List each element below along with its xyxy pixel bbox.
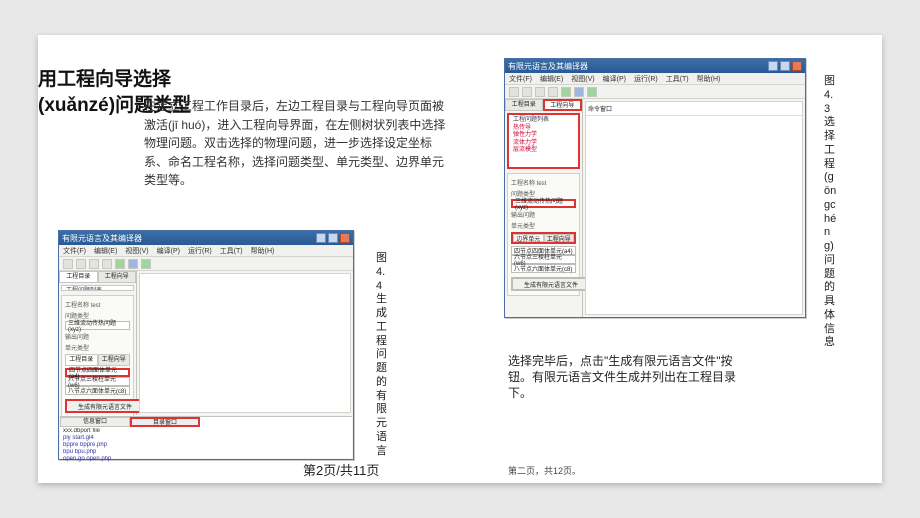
play-icon: [115, 259, 125, 269]
generate-fe-file-button: 生成有限元语言文件: [511, 277, 591, 291]
window-title: 有限元语言及其编译器: [508, 61, 588, 72]
minimize-icon: [768, 61, 778, 71]
tree-root: 工程问题列表: [66, 288, 131, 291]
title-line1: 用工程向导选择: [38, 69, 171, 90]
menu-item: 运行(R): [634, 74, 658, 84]
play-icon: [587, 87, 597, 97]
menu-item: 帮助(H): [251, 246, 275, 256]
editor-area: 命令窗口: [585, 101, 803, 315]
cmd-tab: 命令窗口: [586, 102, 802, 116]
menu-item: 文件(F): [63, 246, 86, 256]
problem-tree: 工程问题列表 热传导 弹性力学 流体力学 层流模型: [507, 113, 580, 169]
log-panel: 信息窗口 目录窗口 xxx.dbport file ply start.gl4 …: [60, 416, 352, 458]
option-elem: 六节点三棱柱单元(w6): [65, 377, 130, 386]
tab-project-dir: 工程目录: [59, 271, 98, 283]
menu-bar: 文件(F) 编辑(E) 视图(V) 编译(P) 运行(R) 工具(T) 帮助(H…: [59, 245, 353, 257]
input-problem-type: 三维流动传热问题(xyz): [511, 199, 576, 208]
body-paragraph: 在建立工程工作目录后，左边工程目录与工程向导页面被激活(jī huó)，进入工程…: [144, 97, 454, 190]
label-display: 输出问题: [65, 332, 130, 341]
toolbar: [59, 257, 353, 271]
pager-primary: 第2页/共11页: [303, 460, 379, 479]
log-tab-info: 信息窗口: [60, 417, 130, 427]
toolbar: [505, 85, 805, 99]
form-block: 工程名称 test 问题类型 三维流动传热问题(xyz) 输出问题 单元类型 工…: [61, 295, 134, 418]
tab-project-wizard: 工程向导: [543, 99, 583, 111]
toolbar-icon: [574, 87, 584, 97]
tree-root: 工程问题列表: [513, 117, 576, 125]
label-elem-type: 单元类型: [65, 343, 130, 352]
toolbar-icon: [63, 259, 73, 269]
toolbar-icon: [509, 87, 519, 97]
menu-item: 视图(V): [125, 246, 148, 256]
menu-item: 工具(T): [666, 74, 689, 84]
menu-item: 运行(R): [188, 246, 212, 256]
problem-tree: 工程问题列表 热传导 弹性力学 流体力学 层流模型: [61, 285, 134, 291]
toolbar-icon: [535, 87, 545, 97]
window-titlebar: 有限元语言及其编译器: [59, 231, 353, 245]
tab-project-dir: 工程目录: [505, 99, 543, 111]
minimize-icon: [316, 233, 326, 243]
log-line: bppre bppre.php: [63, 442, 349, 449]
caption-fig-4-4: 图4.4生成工程问题的有限元语言: [376, 252, 390, 458]
play-icon: [561, 87, 571, 97]
left-pane: 工程目录 工程向导 工程问题列表 热传导 弹性力学 流体力学 层流模型 工程名称…: [505, 99, 583, 317]
toolbar-icon: [76, 259, 86, 269]
input-problem-type: 三维流动传热问题(xyz): [65, 321, 130, 330]
tab-elem: 边界单元: [513, 234, 544, 242]
menu-item: 编译(P): [603, 74, 626, 84]
caption-fig-4-3: 图4.3选择工程(gōngchéng)问题的具体信息: [824, 75, 838, 350]
screenshot-fig-4-3: 有限元语言及其编译器 文件(F) 编辑(E) 视图(V) 编译(P) 运行(R)…: [504, 58, 806, 318]
log-line: bpu bpu.php: [63, 449, 349, 456]
screenshot-fig-4-4: 有限元语言及其编译器 文件(F) 编辑(E) 视图(V) 编译(P) 运行(R)…: [58, 230, 354, 460]
tab-project-wizard: 工程向导: [98, 271, 137, 283]
option-elem: 六节点三棱柱单元(w6): [511, 255, 576, 264]
option-elem: 八节点六面体单元(c8): [511, 264, 576, 273]
label-display: 输出问题: [511, 210, 576, 219]
toolbar-icon: [548, 87, 558, 97]
menu-item: 编辑(E): [94, 246, 117, 256]
tab-elem: 工程向导: [544, 234, 575, 242]
pager-secondary: 第二页，共12页。: [508, 464, 581, 477]
close-icon: [792, 61, 802, 71]
close-icon: [340, 233, 350, 243]
menu-item: 工具(T): [220, 246, 243, 256]
toolbar-icon: [89, 259, 99, 269]
label-project-name: 工程名称 test: [511, 178, 576, 187]
toolbar-icon: [522, 87, 532, 97]
maximize-icon: [780, 61, 790, 71]
tree-item: 弹性力学: [513, 132, 576, 140]
menu-item: 编辑(E): [540, 74, 563, 84]
left-pane: 工程目录 工程向导 工程问题列表 热传导 弹性力学 流体力学 层流模型 工程名称…: [59, 271, 137, 415]
toolbar-icon: [128, 259, 138, 269]
window-title: 有限元语言及其编译器: [62, 233, 142, 244]
label-elem-type: 单元类型: [511, 221, 576, 230]
log-tab-dir: 目录窗口: [130, 417, 200, 427]
menu-item: 文件(F): [509, 74, 532, 84]
tree-item: 层流模型: [513, 147, 576, 155]
editor-area: [139, 273, 351, 413]
toolbar-icon: [102, 259, 112, 269]
form-block: 工程名称 test 问题类型 三维流动传热问题(xyz) 输出问题 单元类型 边…: [507, 173, 580, 296]
menu-item: 帮助(H): [697, 74, 721, 84]
secondary-paragraph: 选择完毕后，点击"生成有限元语言文件"按钮。有限元语言文件生成并列出在工程目录下…: [508, 353, 748, 402]
tree-item: 流体力学: [513, 140, 576, 148]
label-project-name: 工程名称 test: [65, 300, 130, 309]
window-titlebar: 有限元语言及其编译器: [505, 59, 805, 73]
maximize-icon: [328, 233, 338, 243]
log-line: ply start.gl4: [63, 435, 349, 442]
play-icon: [141, 259, 151, 269]
tree-item: 热传导: [513, 125, 576, 133]
option-elem: 八节点六面体单元(c8): [65, 386, 130, 395]
generate-fe-file-button: 生成有限元语言文件: [65, 399, 145, 413]
menu-item: 视图(V): [571, 74, 594, 84]
log-line: xxx.dbport file: [63, 428, 349, 435]
menu-item: 编译(P): [157, 246, 180, 256]
menu-bar: 文件(F) 编辑(E) 视图(V) 编译(P) 运行(R) 工具(T) 帮助(H…: [505, 73, 805, 85]
